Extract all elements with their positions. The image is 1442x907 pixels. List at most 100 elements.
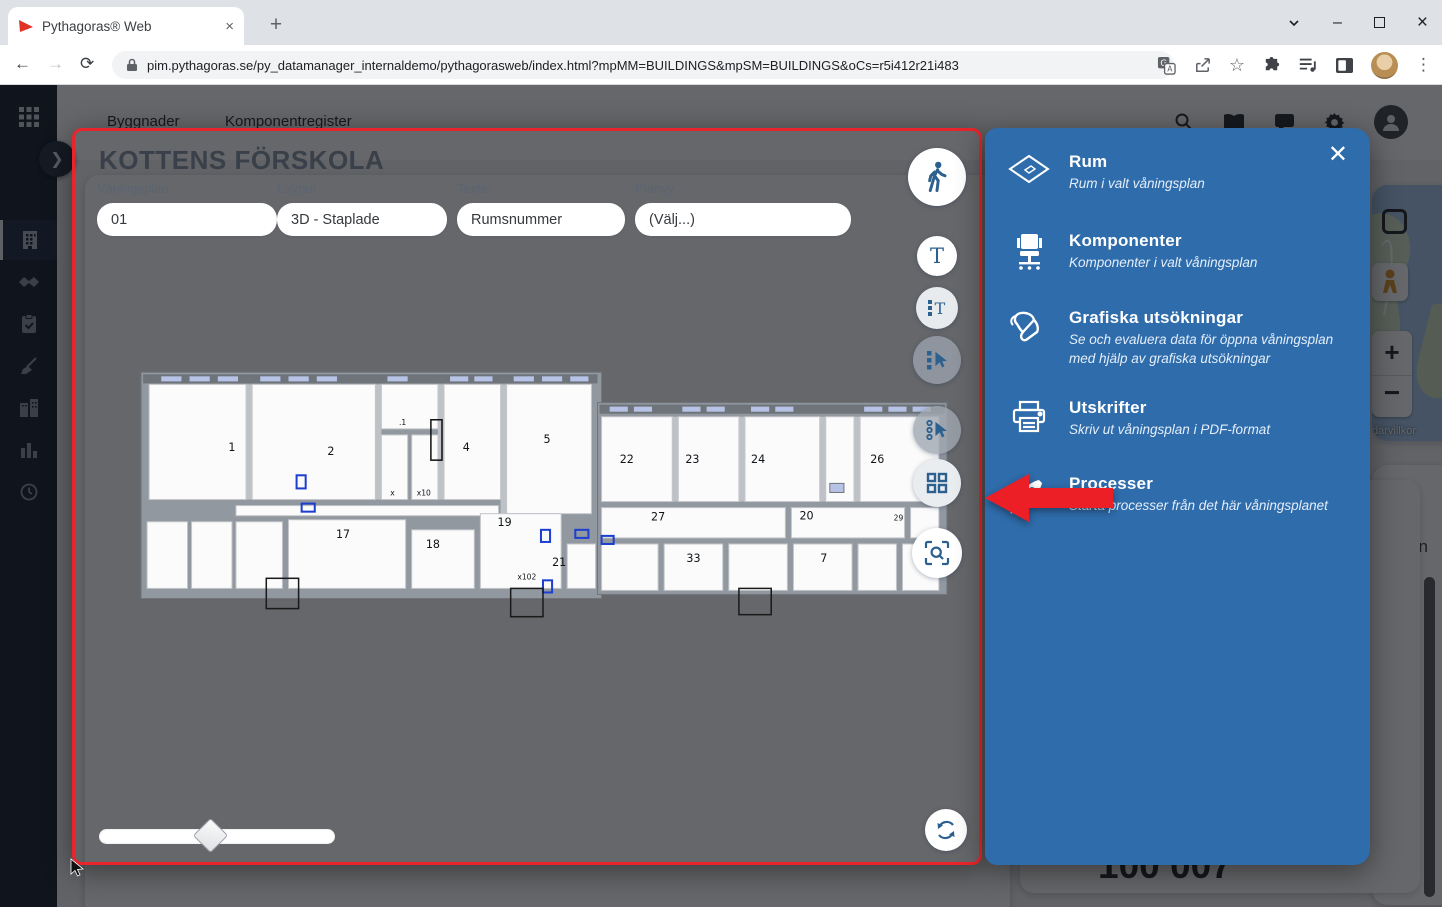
- window-maximize-icon[interactable]: [1374, 17, 1385, 28]
- select-dots-button[interactable]: [913, 406, 961, 454]
- window-minimize-icon[interactable]: –: [1333, 15, 1342, 31]
- layout-select[interactable]: 3D - Staplade: [277, 203, 447, 236]
- text-button[interactable]: T: [917, 236, 957, 276]
- vaningsplan-select[interactable]: 01: [97, 203, 277, 236]
- tab-search-chevron-icon[interactable]: [1287, 16, 1301, 30]
- planvy-select[interactable]: (Välj...): [635, 203, 851, 236]
- chair-icon: [1007, 231, 1051, 271]
- browser-titlebar: Pythagoras® Web × + – ×: [0, 0, 1442, 45]
- room-label: 22: [620, 453, 634, 466]
- media-controls-icon[interactable]: [1298, 56, 1318, 74]
- select-list-icon: [925, 349, 949, 371]
- floorplan-svg: 12.1xx104517181921x10222232426272029337: [135, 371, 953, 621]
- extensions-icon[interactable]: [1262, 56, 1281, 75]
- tab-close-icon[interactable]: ×: [225, 19, 234, 34]
- panel-item-utskrifter[interactable]: Utskrifter Skriv ut våningsplan i PDF-fo…: [1007, 398, 1344, 440]
- room-label: 29: [894, 514, 904, 523]
- room-label: 2: [327, 445, 334, 458]
- lock-icon: [126, 58, 138, 72]
- room-label: 18: [426, 538, 440, 551]
- address-bar[interactable]: pim.pythagoras.se/py_datamanager_interna…: [112, 51, 1174, 79]
- paint-bucket-icon: [1007, 308, 1051, 346]
- panel-item-subtitle: Komponenter i valt våningsplan: [1069, 254, 1257, 273]
- room-label: x102: [517, 572, 536, 581]
- panel-item-rum[interactable]: Rum Rum i valt våningsplan: [1007, 152, 1344, 194]
- walk-mode-button[interactable]: [908, 148, 966, 206]
- svg-text:A: A: [1167, 64, 1173, 73]
- panel-item-subtitle: Se och evaluera data för öppna våningspl…: [1069, 331, 1344, 369]
- grid-view-button[interactable]: [913, 459, 961, 507]
- field-layout: Layout 3D - Staplade: [277, 181, 447, 236]
- share-icon[interactable]: [1193, 56, 1212, 75]
- field-label: Våningsplan: [97, 181, 277, 196]
- panel-item-subtitle: Skriv ut våningsplan i PDF-format: [1069, 421, 1270, 440]
- room-label: 26: [870, 453, 884, 466]
- panel-close-icon[interactable]: ✕: [1328, 140, 1348, 169]
- building-title: KOTTENS FÖRSKOLA: [99, 145, 384, 176]
- window-close-icon[interactable]: ×: [1417, 13, 1428, 32]
- url-text: pim.pythagoras.se/py_datamanager_interna…: [147, 58, 959, 73]
- panel-item-grafiska[interactable]: Grafiska utsökningar Se och evaluera dat…: [1007, 308, 1344, 369]
- back-icon[interactable]: ←: [14, 54, 31, 74]
- reset-view-icon: [934, 818, 958, 842]
- tab-title: Pythagoras® Web: [42, 19, 217, 34]
- room-label: 27: [651, 511, 665, 524]
- room-label: 20: [800, 510, 814, 523]
- panel-item-subtitle: Rum i valt våningsplan: [1069, 175, 1205, 194]
- floorplan-viewport[interactable]: 12.1xx104517181921x10222232426272029337: [135, 371, 953, 621]
- walk-icon: [922, 161, 952, 193]
- profile-avatar[interactable]: [1371, 52, 1398, 79]
- field-label: Planvy: [635, 181, 851, 196]
- translate-icon[interactable]: G A: [1157, 56, 1176, 75]
- room-label: 24: [751, 453, 765, 466]
- room-label: 33: [686, 552, 700, 565]
- floorplan-dialog: KOTTENS FÖRSKOLA Våningsplan 01 Layout 3…: [72, 128, 982, 865]
- zoom-fit-button[interactable]: [912, 528, 962, 578]
- printer-icon: [1007, 398, 1051, 434]
- zoom-slider-thumb[interactable]: [193, 818, 228, 853]
- svg-text:T: T: [935, 299, 946, 318]
- room-icon: [1007, 152, 1051, 184]
- text-icon: T: [930, 244, 944, 268]
- room-label: x: [390, 488, 395, 497]
- panel-item-title: Rum: [1069, 152, 1205, 172]
- panel-item-title: Utskrifter: [1069, 398, 1270, 418]
- field-planvy: Planvy (Välj...): [635, 181, 851, 236]
- browser-tab[interactable]: Pythagoras® Web ×: [8, 7, 244, 45]
- room-label: 19: [498, 516, 512, 529]
- reload-icon[interactable]: ⟳: [80, 54, 94, 74]
- pythagoras-favicon: [18, 18, 34, 34]
- room-label: 21: [552, 556, 566, 569]
- mouse-cursor: [70, 858, 86, 878]
- bookmark-star-icon[interactable]: ☆: [1229, 55, 1245, 76]
- select-list-button[interactable]: [913, 336, 961, 384]
- room-label: 7: [820, 552, 827, 565]
- reset-view-button[interactable]: [925, 809, 967, 851]
- field-label: Layout: [277, 181, 447, 196]
- text-list-button[interactable]: T: [916, 287, 958, 329]
- room-label: 1: [228, 441, 235, 454]
- room-label: x10: [417, 488, 431, 497]
- text-list-icon: T: [926, 298, 948, 318]
- browser-toolbar: ← → ⟳ pim.pythagoras.se/py_datamanager_i…: [0, 45, 1442, 85]
- select-dots-icon: [925, 419, 949, 441]
- panel-item-komponenter[interactable]: Komponenter Komponenter i valt våningspl…: [1007, 231, 1344, 273]
- field-texter: Texter Rumsnummer: [457, 181, 625, 236]
- zoom-fit-icon: [924, 540, 950, 566]
- texter-select[interactable]: Rumsnummer: [457, 203, 625, 236]
- room-label: .1: [399, 418, 406, 427]
- grid-view-icon: [926, 472, 948, 494]
- menu-dots-icon[interactable]: ⋮: [1415, 55, 1432, 75]
- field-vaningsplan: Våningsplan 01: [97, 181, 277, 236]
- forward-icon[interactable]: →: [47, 54, 64, 74]
- side-panel-icon[interactable]: [1335, 57, 1354, 74]
- red-annotation-arrow: [983, 471, 1115, 525]
- field-label: Texter: [457, 181, 625, 196]
- panel-item-title: Komponenter: [1069, 231, 1257, 251]
- room-label: 23: [685, 453, 699, 466]
- room-label: 5: [543, 433, 550, 446]
- room-label: 17: [336, 528, 350, 541]
- panel-item-title: Grafiska utsökningar: [1069, 308, 1344, 328]
- new-tab-button[interactable]: +: [262, 11, 290, 39]
- zoom-slider[interactable]: [99, 829, 335, 844]
